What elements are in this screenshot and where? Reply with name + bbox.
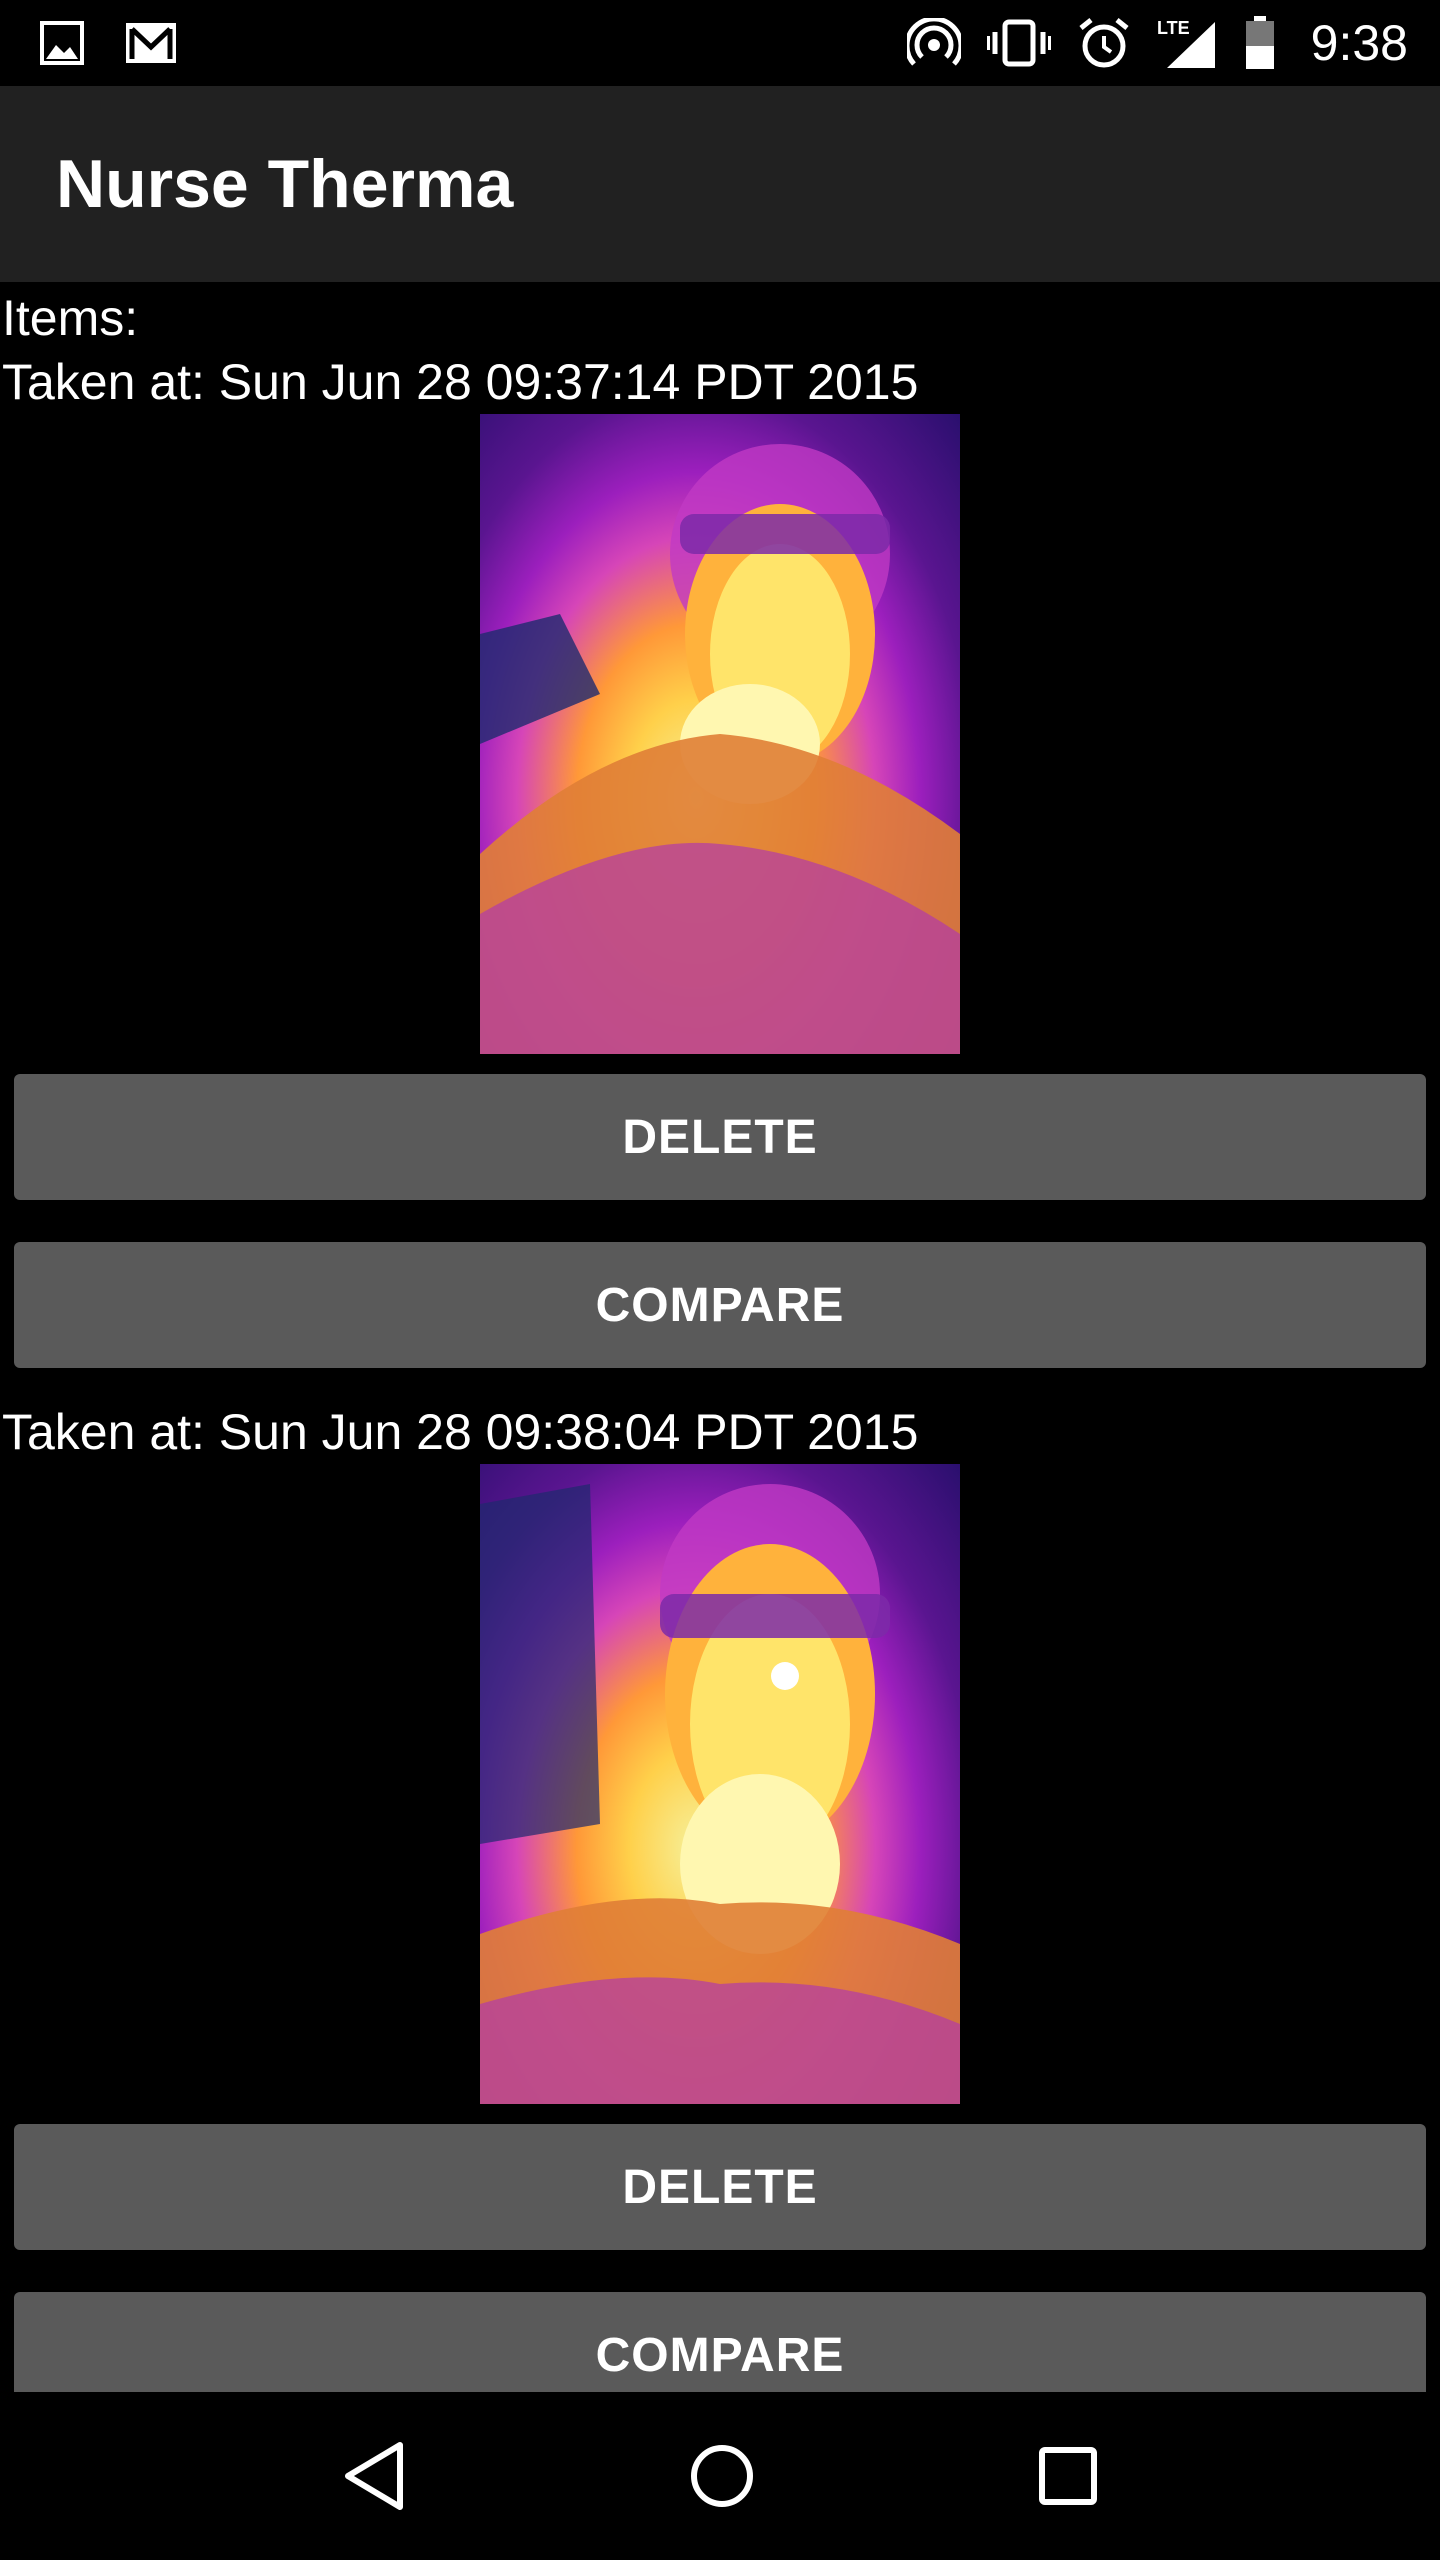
- thermal-image: [480, 414, 960, 1054]
- items-list[interactable]: Items: Taken at: Sun Jun 28 09:37:14 PDT…: [0, 282, 1440, 2392]
- thermal-image: [480, 1464, 960, 2104]
- list-item: Taken at: Sun Jun 28 09:37:14 PDT 2015 D…: [0, 350, 1440, 1368]
- delete-button[interactable]: DELETE: [14, 1074, 1426, 1200]
- battery-icon: [1245, 16, 1275, 70]
- vibrate-icon: [986, 18, 1051, 68]
- back-icon[interactable]: [342, 2441, 406, 2511]
- taken-at-label: Taken at: Sun Jun 28 09:37:14 PDT 2015: [2, 354, 919, 410]
- app-bar: Nurse Therma: [0, 86, 1440, 282]
- app-title: Nurse Therma: [56, 146, 514, 222]
- hotspot-icon: [906, 18, 961, 68]
- home-icon[interactable]: [689, 2443, 755, 2509]
- svg-text:LTE: LTE: [1157, 18, 1190, 38]
- navigation-bar: [0, 2392, 1440, 2560]
- compare-button[interactable]: COMPARE: [14, 2292, 1426, 2392]
- status-bar: LTE 9:38: [0, 0, 1440, 86]
- delete-button[interactable]: DELETE: [14, 2124, 1426, 2250]
- list-item: Taken at: Sun Jun 28 09:38:04 PDT 2015 D…: [0, 1400, 1440, 2392]
- signal-icon: LTE: [1157, 16, 1219, 70]
- taken-at-label: Taken at: Sun Jun 28 09:38:04 PDT 2015: [2, 1404, 919, 1460]
- image-icon: [40, 21, 84, 65]
- items-header: Items:: [2, 290, 139, 346]
- recents-icon[interactable]: [1038, 2446, 1098, 2506]
- alarm-icon: [1077, 16, 1131, 70]
- status-time: 9:38: [1310, 15, 1408, 71]
- compare-button[interactable]: COMPARE: [14, 1242, 1426, 1368]
- gmail-icon: [124, 21, 178, 65]
